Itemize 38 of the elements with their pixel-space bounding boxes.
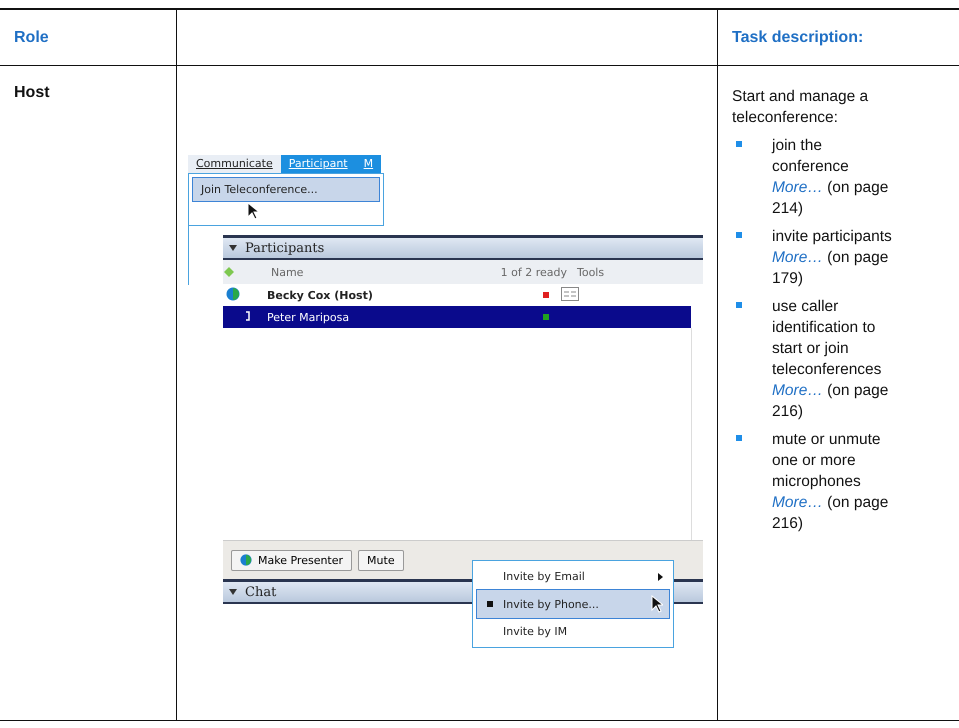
column-header: Role <box>0 10 176 66</box>
participant-name: Becky Cox (Host) <box>267 288 374 302</box>
panel-title: Chat <box>245 584 276 600</box>
column-header[interactable]: Name <box>267 266 477 278</box>
more-link[interactable]: More… <box>772 494 823 511</box>
more-link[interactable]: More… <box>772 179 823 196</box>
status-icon <box>223 266 235 278</box>
menu-item[interactable]: Invite by Phone... <box>476 589 670 619</box>
menu-tab[interactable]: Communicate <box>188 155 281 173</box>
toolbar-button[interactable]: Make Presenter <box>231 550 352 570</box>
task-item: use caller identification to start or join teleconferences More… (on page 216) <box>772 297 890 422</box>
column-header[interactable]: Tools <box>573 266 703 278</box>
bullet-icon <box>487 601 493 607</box>
bullet-icon <box>736 141 742 147</box>
cursor-icon <box>247 202 259 220</box>
caption-icon <box>561 286 579 300</box>
participant-row[interactable]: Peter Mariposa <box>223 306 691 328</box>
role-text: Host <box>13 83 51 102</box>
task-item: mute or unmute one or more microphones More… (on page 216) <box>772 430 890 534</box>
panel-title: Participants <box>245 240 324 256</box>
menu-item[interactable]: Join Teleconference... <box>192 177 380 202</box>
globe-icon <box>226 286 240 300</box>
column-header: Task description: <box>717 10 959 66</box>
cursor-icon <box>651 595 663 613</box>
globe-icon <box>240 554 252 566</box>
column-header[interactable]: 1 of 2 ready <box>477 266 573 278</box>
task-item: join the conference More… (on page 214) <box>772 136 890 219</box>
collapse-icon <box>229 245 237 251</box>
toolbar-button[interactable]: Mute <box>358 550 404 570</box>
collapse-icon <box>229 589 237 595</box>
task-intro: Start and manage a teleconference: <box>732 87 870 128</box>
bullet-icon <box>736 435 742 441</box>
more-link[interactable]: More… <box>772 249 823 266</box>
task-item: invite participants More… (on page 179) <box>772 227 893 289</box>
bullet-icon <box>736 302 742 308</box>
bullet-icon <box>736 232 742 238</box>
more-link[interactable]: More… <box>772 382 823 399</box>
participant-name: Peter Mariposa <box>267 310 350 324</box>
